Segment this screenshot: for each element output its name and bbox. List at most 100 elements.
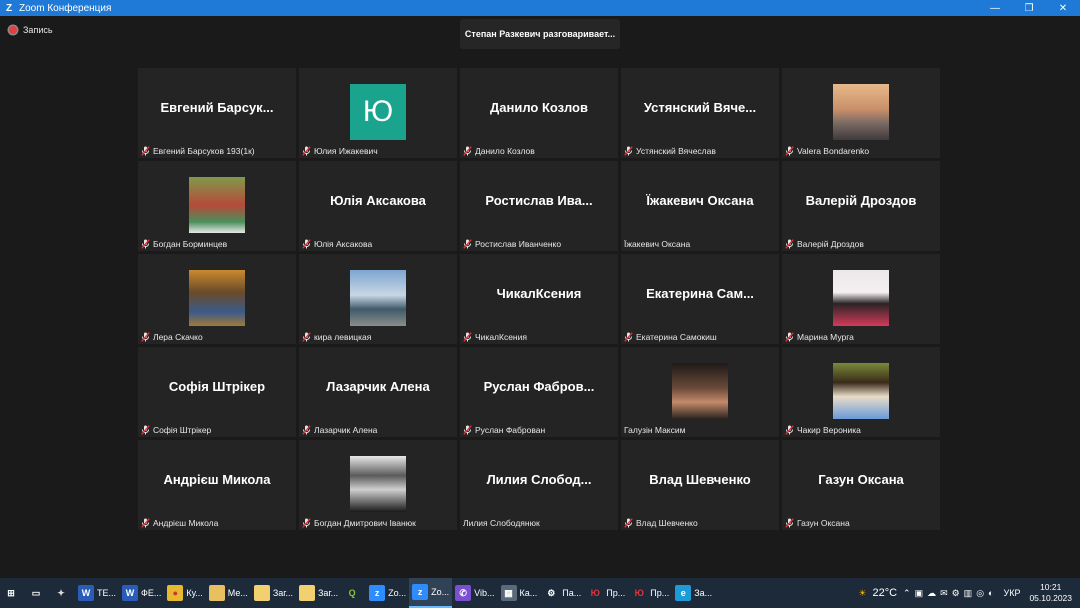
participant-name-label: ЧикалКсения bbox=[463, 331, 527, 342]
muted-mic-icon bbox=[785, 517, 794, 528]
taskbar-item[interactable]: ▦ Ка... bbox=[498, 578, 541, 608]
app-icon: ✦ bbox=[57, 587, 65, 598]
taskbar-item-label: За... bbox=[694, 588, 713, 598]
tray-icons[interactable]: ⌃▣☁✉⚙▥◎◐ bbox=[903, 588, 997, 599]
participant-name-label: кира левицкая bbox=[302, 331, 371, 342]
participant-display-name: Данило Козлов bbox=[490, 100, 588, 115]
participant-tile[interactable]: Андрієш Микола Андрієш Микола bbox=[138, 440, 296, 530]
taskbar-item[interactable]: ⚙ Па... bbox=[540, 578, 584, 608]
taskbar-item[interactable]: z Zo... bbox=[366, 578, 409, 608]
participant-tile[interactable]: Валерій Дроздов Валерій Дроздов bbox=[782, 161, 940, 251]
muted-mic-icon bbox=[141, 145, 150, 156]
weather-temp[interactable]: 22°C bbox=[872, 587, 897, 599]
taskbar-item[interactable]: ⊞ bbox=[0, 578, 25, 608]
profile-photo bbox=[189, 177, 245, 233]
participant-tile[interactable]: Галузін Максим bbox=[621, 347, 779, 437]
minimize-button[interactable]: — bbox=[978, 0, 1012, 16]
edge-icon: e bbox=[675, 585, 692, 601]
muted-mic-icon bbox=[302, 424, 311, 435]
participant-tile[interactable]: Лилия Слобод... Лилия Слободянюк bbox=[460, 440, 618, 530]
taskbar-item[interactable]: Заг... bbox=[296, 578, 341, 608]
weather-icon[interactable]: ☀ bbox=[858, 588, 866, 599]
participant-tile[interactable]: Юлія Аксакова Юлія Аксакова bbox=[299, 161, 457, 251]
participant-name: Ростислав Иванченко bbox=[475, 238, 562, 249]
participant-tile[interactable]: Їжакевич Оксана Їжакевич Оксана bbox=[621, 161, 779, 251]
participant-name-label: Лера Скачко bbox=[141, 331, 203, 342]
participant-name: Данило Козлов bbox=[475, 145, 535, 156]
participant-tile[interactable]: Газун Оксана Газун Оксана bbox=[782, 440, 940, 530]
participant-tile[interactable]: Богдан Борминцев bbox=[138, 161, 296, 251]
participant-tile[interactable]: Руслан Фабров... Руслан Фаброван bbox=[460, 347, 618, 437]
taskbar-item[interactable]: ✦ bbox=[50, 578, 75, 608]
participant-name: ЧикалКсения bbox=[475, 331, 527, 342]
muted-mic-icon bbox=[785, 331, 794, 342]
participant-name-label: Їжакевич Оксана bbox=[624, 238, 690, 249]
participant-name: Valera Bondarenko bbox=[797, 145, 870, 156]
taskbar-item[interactable]: Заг... bbox=[251, 578, 296, 608]
participant-name: Богдан Борминцев bbox=[153, 238, 228, 249]
taskbar-item[interactable]: Q bbox=[341, 578, 366, 608]
participant-tile[interactable]: Ростислав Ива... Ростислав Иванченко bbox=[460, 161, 618, 251]
participant-name-label: Valera Bondarenko bbox=[785, 145, 869, 156]
recording-label: Запись bbox=[23, 25, 53, 35]
taskbar-item[interactable]: ● Ку... bbox=[164, 578, 205, 608]
muted-mic-icon bbox=[624, 145, 633, 156]
taskbar-item-label: Zo... bbox=[388, 588, 407, 598]
participant-tile[interactable]: ЧикалКсения ЧикалКсения bbox=[460, 254, 618, 344]
word-icon: W bbox=[122, 585, 139, 601]
muted-mic-icon bbox=[141, 517, 150, 528]
participant-tile[interactable]: Ю Юлия Ижакевич bbox=[299, 68, 457, 158]
muted-mic-icon bbox=[463, 424, 472, 435]
taskbar-item[interactable]: W TE... bbox=[75, 578, 119, 608]
participant-tile[interactable]: Лазарчик Алена Лазарчик Алена bbox=[299, 347, 457, 437]
participant-name: Чакир Вероника bbox=[797, 424, 861, 435]
muted-mic-icon bbox=[463, 238, 472, 249]
participant-name-label: Лилия Слободянюк bbox=[463, 517, 540, 528]
participant-tile[interactable]: Евгений Барсук... Евгений Барсуков 193(1к… bbox=[138, 68, 296, 158]
participant-tile[interactable]: Софія Штрікер Софія Штрікер bbox=[138, 347, 296, 437]
taskbar-item-label: Па... bbox=[562, 588, 582, 598]
participant-tile[interactable]: Екатерина Сам... Екатерина Самокиш bbox=[621, 254, 779, 344]
taskbar-item[interactable]: W ФЕ... bbox=[119, 578, 164, 608]
participant-name: Їжакевич Оксана bbox=[624, 238, 691, 249]
taskbar-item[interactable]: Ме... bbox=[206, 578, 251, 608]
participant-name-label: Руслан Фаброван bbox=[463, 424, 545, 435]
participant-name: Валерій Дроздов bbox=[797, 238, 864, 249]
muted-mic-icon bbox=[141, 238, 150, 249]
recording-indicator[interactable]: Запись bbox=[9, 25, 53, 35]
participant-tile[interactable]: Устянский Вяче... Устянский Вячеслав bbox=[621, 68, 779, 158]
taskbar-item-label: Заг... bbox=[272, 588, 293, 598]
taskbar-item[interactable]: ▭ bbox=[25, 578, 50, 608]
participant-tile[interactable]: Марина Мурга bbox=[782, 254, 940, 344]
window-title: Zoom Конференция bbox=[19, 2, 112, 14]
participant-display-name: Лилия Слобод... bbox=[486, 472, 592, 487]
clock[interactable]: 10:21 05.10.2023 bbox=[1029, 582, 1072, 604]
participant-name: Юлія Аксакова bbox=[314, 238, 373, 249]
taskbar-item[interactable]: z Zo... bbox=[409, 578, 453, 608]
task-view-icon: ▭ bbox=[31, 587, 41, 598]
maximize-button[interactable]: ❐ bbox=[1012, 0, 1046, 16]
taskbar-item-label: Заг... bbox=[317, 588, 339, 598]
language-indicator[interactable]: УКР bbox=[1003, 588, 1020, 598]
taskbar-item-label: Ка... bbox=[519, 588, 538, 598]
taskbar-item[interactable]: ✆ Vib... bbox=[452, 578, 497, 608]
participant-tile[interactable]: Лера Скачко bbox=[138, 254, 296, 344]
participant-display-name: Їжакевич Оксана bbox=[646, 193, 754, 208]
system-tray: ☀ 22°C ⌃▣☁✉⚙▥◎◐ УКР 10:21 05.10.2023 bbox=[855, 578, 1080, 608]
clock-date: 05.10.2023 bbox=[1029, 593, 1072, 603]
participant-name: Евгений Барсуков 193(1к) bbox=[153, 145, 255, 156]
taskbar-item[interactable]: e За... bbox=[672, 578, 715, 608]
participant-tile[interactable]: Чакир Вероника bbox=[782, 347, 940, 437]
participant-tile[interactable]: Valera Bondarenko bbox=[782, 68, 940, 158]
participant-name: кира левицкая bbox=[314, 331, 372, 342]
participant-name: Софія Штрікер bbox=[153, 424, 212, 435]
participant-tile[interactable]: Влад Шевченко Влад Шевченко bbox=[621, 440, 779, 530]
participant-name: Богдан Дмитрович Іванюк bbox=[314, 517, 416, 528]
muted-mic-icon bbox=[302, 145, 311, 156]
close-button[interactable]: ✕ bbox=[1046, 0, 1080, 16]
taskbar-item[interactable]: Ю Пр... bbox=[628, 578, 672, 608]
participant-tile[interactable]: кира левицкая bbox=[299, 254, 457, 344]
participant-tile[interactable]: Богдан Дмитрович Іванюк bbox=[299, 440, 457, 530]
participant-tile[interactable]: Данило Козлов Данило Козлов bbox=[460, 68, 618, 158]
taskbar-item[interactable]: Ю Пр... bbox=[584, 578, 628, 608]
